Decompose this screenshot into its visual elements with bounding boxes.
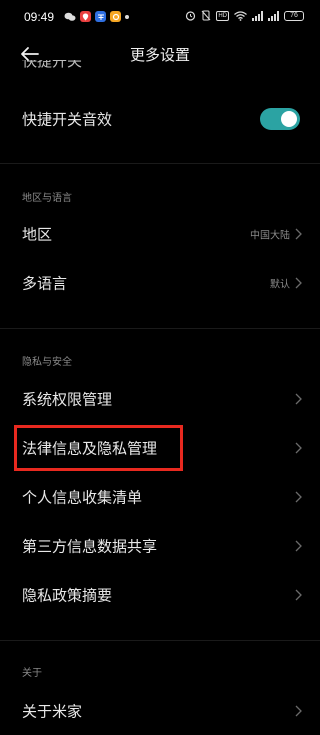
about-mijia-row[interactable]: 关于米家 [0,687,320,735]
language-row[interactable]: 多语言 默认 [0,259,320,307]
more-notifications-icon [125,14,129,19]
app-icon-blue [95,11,106,22]
app-icon-orange [110,11,121,22]
quick-switch-sound-row[interactable]: 快捷开关音效 [0,95,320,143]
chevron-right-icon [295,228,302,240]
chevron-right-icon [295,540,302,552]
clipped-setting-label: 快捷开关 [22,60,83,70]
signal-icon-2 [268,10,279,21]
signal-icon-1 [252,10,263,21]
wifi-icon [234,10,247,21]
region-row[interactable]: 地区 中国大陆 [0,210,320,258]
about-mijia-label: 关于米家 [22,702,83,721]
system-permission-row[interactable]: 系统权限管理 [0,375,320,423]
toggle-knob [281,111,297,127]
chevron-right-icon [295,705,302,717]
chevron-right-icon [295,277,302,289]
region-label: 地区 [22,225,53,244]
chevron-right-icon [295,589,302,601]
section-title-region-language: 地区与语言 [22,193,72,204]
language-label: 多语言 [22,274,68,293]
system-icons: HD 76 [185,10,304,21]
third-party-sharing-label: 第三方信息数据共享 [22,537,158,556]
legal-privacy-row[interactable]: 法律信息及隐私管理 [0,424,320,472]
section-title-about: 关于 [22,668,42,679]
personal-info-list-row[interactable]: 个人信息收集清单 [0,473,320,521]
quick-switch-sound-label: 快捷开关音效 [22,110,113,129]
region-value: 中国大陆 [250,230,290,242]
privacy-policy-summary-label: 隐私政策摘要 [22,586,113,605]
section-divider [0,640,320,641]
legal-privacy-label: 法律信息及隐私管理 [22,439,158,458]
section-title-privacy-security: 隐私与安全 [22,357,72,368]
third-party-sharing-row[interactable]: 第三方信息数据共享 [0,522,320,570]
status-bar: 09:49 HD 76 [0,0,320,34]
map-app-icon [80,11,91,22]
language-value: 默认 [270,279,290,291]
battery-icon: 76 [284,10,304,21]
hd-badge: HD [216,10,229,21]
system-permission-label: 系统权限管理 [22,390,113,409]
section-divider [0,163,320,164]
notification-icons [64,11,129,22]
chevron-right-icon [295,491,302,503]
personal-info-list-label: 个人信息收集清单 [22,488,143,507]
chevron-right-icon [295,442,302,454]
chevron-right-icon [295,393,302,405]
clipped-setting-item[interactable]: 快捷开关 [0,60,320,78]
privacy-policy-summary-row[interactable]: 隐私政策摘要 [0,571,320,619]
wechat-icon [64,12,76,22]
alarm-icon [185,10,196,21]
section-divider [0,328,320,329]
mute-icon [201,10,211,21]
quick-switch-sound-toggle[interactable] [260,108,300,130]
status-time: 09:49 [24,10,55,24]
